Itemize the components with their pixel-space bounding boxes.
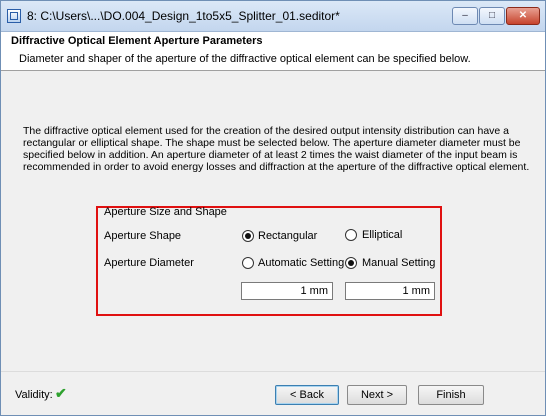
elliptical-radio[interactable] — [345, 229, 357, 241]
rectangular-radio-label[interactable]: Rectangular — [258, 230, 317, 242]
rectangular-radio[interactable] — [242, 230, 254, 242]
finish-button[interactable]: Finish — [418, 385, 484, 405]
aperture-diameter-label: Aperture Diameter — [104, 257, 194, 269]
automatic-setting-radio[interactable] — [242, 257, 254, 269]
aperture-shape-label: Aperture Shape — [104, 230, 182, 242]
description-text: The diffractive optical element used for… — [23, 125, 530, 173]
elliptical-radio-label[interactable]: Elliptical — [362, 229, 402, 241]
validity-label: Validity: — [15, 389, 53, 401]
page-title: Diffractive Optical Element Aperture Par… — [11, 35, 263, 47]
app-icon — [7, 9, 21, 23]
minimize-button[interactable]: – — [452, 7, 478, 25]
check-icon: ✔ — [55, 385, 67, 401]
diameter-y-input[interactable]: 1 mm — [345, 282, 435, 300]
footer-divider — [1, 371, 545, 372]
window-title: 8: C:\Users\...\DO.004_Design_1to5x5_Spl… — [27, 9, 340, 23]
maximize-button[interactable]: □ — [479, 7, 505, 25]
page-subtitle: Diameter and shaper of the aperture of t… — [19, 53, 471, 65]
next-button[interactable]: Next > — [347, 385, 407, 405]
automatic-setting-label[interactable]: Automatic Setting — [258, 257, 344, 269]
manual-setting-radio[interactable] — [345, 257, 357, 269]
aperture-group-title: Aperture Size and Shape — [104, 206, 227, 218]
close-button[interactable]: ✕ — [506, 7, 540, 25]
title-bar[interactable]: 8: C:\Users\...\DO.004_Design_1to5x5_Spl… — [1, 1, 545, 32]
manual-setting-label[interactable]: Manual Setting — [362, 257, 435, 269]
page-header: Diffractive Optical Element Aperture Par… — [1, 32, 545, 71]
back-button[interactable]: < Back — [275, 385, 339, 405]
editor-window: 8: C:\Users\...\DO.004_Design_1to5x5_Spl… — [0, 0, 546, 416]
diameter-x-input[interactable]: 1 mm — [241, 282, 333, 300]
